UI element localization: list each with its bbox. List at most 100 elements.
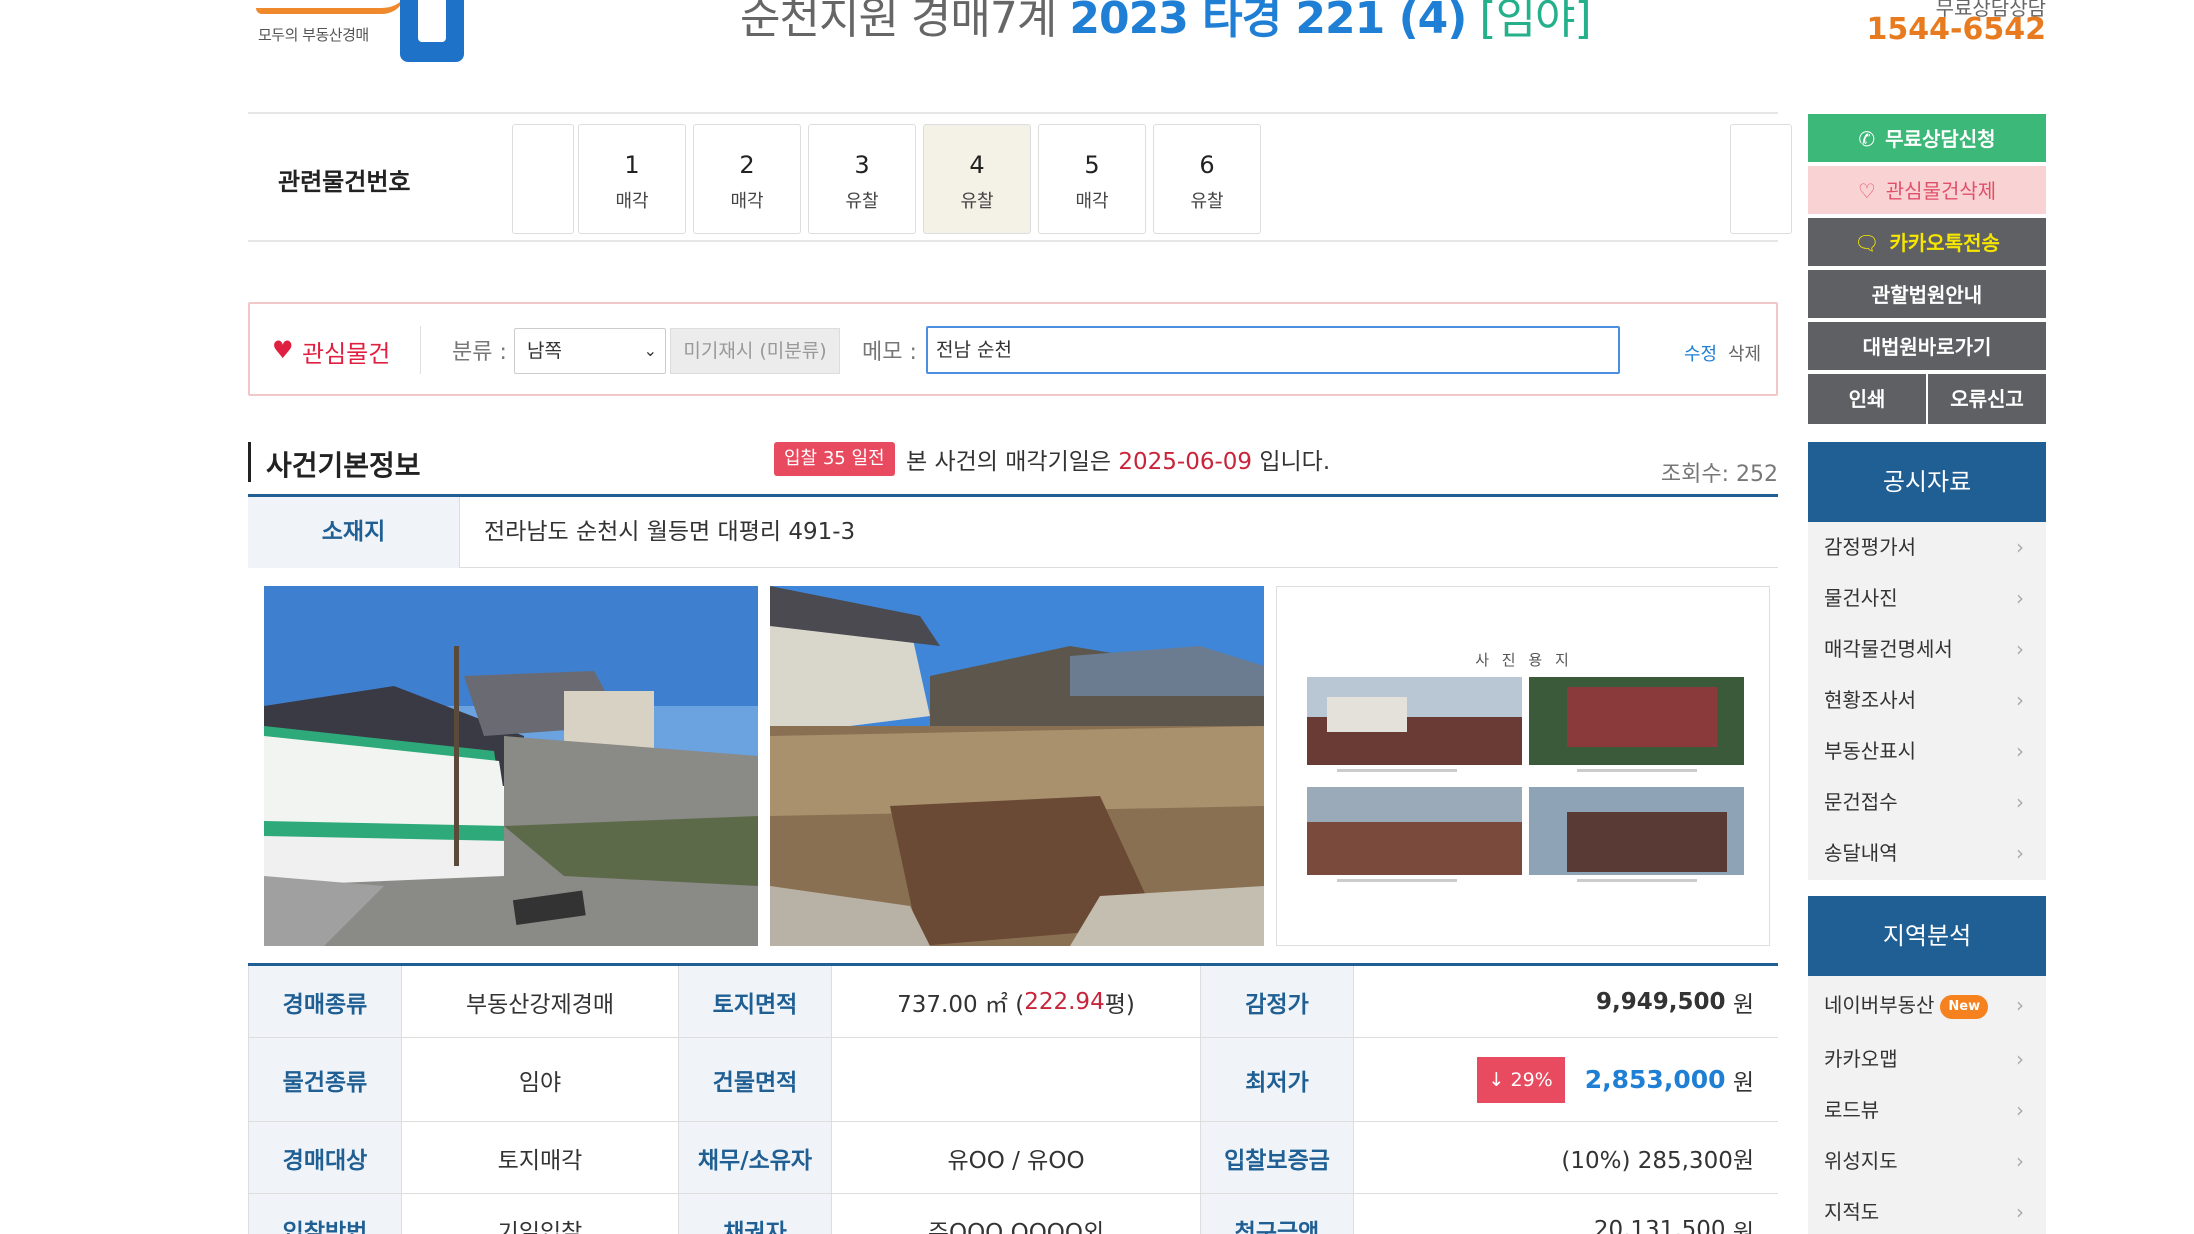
value-claim-amount: 20,131,500 원: [1354, 1194, 1778, 1234]
label-building-area: 건물면적: [678, 1038, 832, 1121]
divider: [420, 326, 421, 374]
region-label: 네이버부동산: [1824, 993, 1935, 1017]
discount-badge: ↓ 29%: [1476, 1056, 1565, 1103]
table-row: 경매대상 토지매각 채무/소유자 유OO / 유OO 입찰보증금 (10%) 2…: [248, 1122, 1778, 1194]
kakao-send-button[interactable]: 🗨 카카오톡전송: [1808, 218, 2046, 268]
doc-label: 송달내역: [1824, 841, 1898, 865]
property-photo-2[interactable]: [770, 586, 1264, 946]
address-row: 소재지 전라남도 순천시 월등면 대평리 491-3: [248, 494, 1778, 568]
currency-unit: 원: [1732, 1219, 1754, 1234]
court-guide-button[interactable]: 관할법원안내: [1808, 270, 2046, 320]
category-selected-value: 남쪽: [527, 340, 562, 362]
related-items-bar: 관련물건번호 1 매각 2 매각 3 유찰 4 유찰 5 매각 6 유찰: [248, 112, 1792, 242]
related-item-5[interactable]: 5 매각: [1038, 124, 1146, 234]
chevron-right-icon: ›: [2016, 841, 2024, 865]
free-consult-label: 무료상담신청: [1885, 127, 1996, 151]
related-item-2[interactable]: 2 매각: [693, 124, 801, 234]
item-number: 6: [1199, 151, 1215, 179]
category-select[interactable]: 남쪽 ⌄: [514, 328, 666, 374]
supreme-court-button[interactable]: 대법원바로가기: [1808, 322, 2046, 372]
region-link-roadview[interactable]: 로드뷰 ›: [1808, 1085, 2046, 1136]
print-button[interactable]: 인쇄: [1808, 374, 1926, 424]
section-title: 사건기본정보: [266, 449, 421, 482]
label-auction-target: 경매대상: [248, 1122, 402, 1193]
doc-link-property-listing[interactable]: 부동산표시 ›: [1808, 726, 2046, 777]
item-status: 유찰: [960, 191, 994, 212]
table-row: 경매종류 부동산강제경매 토지면적 737.00 ㎡ (222.94 평) 감정가…: [248, 966, 1778, 1038]
notice-suffix: 입니다.: [1259, 449, 1331, 475]
label-bid-deposit: 입찰보증금: [1200, 1122, 1354, 1193]
land-area-sqm: 737.00 ㎡ (: [897, 991, 1025, 1018]
doc-link-filings[interactable]: 문건접수 ›: [1808, 777, 2046, 828]
category-tag[interactable]: 미기재시 (미분류): [670, 328, 840, 374]
page-title: 순천지원 경매7계 2023 타경 221 (4) [임야]: [740, 0, 1592, 46]
case-number: 2023 타경 221 (4): [1069, 0, 1467, 44]
edit-memo-link[interactable]: 수정: [1684, 340, 1717, 366]
favorite-panel: ♥ 관심물건 분류 : 남쪽 ⌄ 미기재시 (미분류) 메모 : 전남 순천 수…: [248, 302, 1778, 396]
property-type: [임야]: [1479, 0, 1591, 44]
chevron-right-icon: ›: [2016, 993, 2024, 1017]
doc-link-appraisal[interactable]: 감정평가서 ›: [1808, 522, 2046, 573]
value-appraised: 9,949,500 원: [1354, 966, 1778, 1037]
table-row: 물건종류 임야 건물면적 최저가 ↓ 29% 2,853,000 원: [248, 1038, 1778, 1122]
chevron-right-icon: ›: [2016, 586, 2024, 610]
doc-label: 문건접수: [1824, 790, 1898, 814]
related-item-3[interactable]: 3 유찰: [808, 124, 916, 234]
item-status: 매각: [1075, 191, 1109, 212]
doc-label: 현황조사서: [1824, 688, 1916, 712]
chevron-right-icon: ›: [2016, 1047, 2024, 1071]
doc-link-photos[interactable]: 물건사진 ›: [1808, 573, 2046, 624]
chevron-down-icon: ⌄: [643, 341, 657, 360]
currency-unit: 원: [1732, 991, 1754, 1018]
category-label: 분류 :: [452, 340, 507, 365]
delete-memo-link[interactable]: 삭제: [1728, 340, 1761, 366]
item-number: 5: [1084, 151, 1100, 179]
related-item-4[interactable]: 4 유찰: [923, 124, 1031, 234]
logo-icon[interactable]: [400, 0, 464, 62]
region-link-naver[interactable]: 네이버부동산 New ›: [1808, 976, 2046, 1034]
currency-unit: 원: [1732, 1069, 1754, 1096]
phone-number[interactable]: 1544-6542: [1867, 12, 2046, 47]
next-button[interactable]: [1730, 124, 1792, 234]
value-minimum-price: ↓ 29% 2,853,000 원: [1354, 1038, 1778, 1121]
region-link-kakaomap[interactable]: 카카오맵 ›: [1808, 1034, 2046, 1085]
item-number: 1: [624, 151, 640, 179]
remove-favorite-button[interactable]: ♡ 관심물건삭제: [1808, 166, 2046, 216]
label-creditor: 채권자: [678, 1194, 832, 1234]
report-error-button[interactable]: 오류신고: [1928, 374, 2046, 424]
label-claim-amount: 청구금액: [1200, 1194, 1354, 1234]
property-photo-1[interactable]: [264, 586, 758, 946]
public-docs-heading: 공시자료: [1808, 442, 2046, 522]
region-link-cadastral[interactable]: 지적도 ›: [1808, 1187, 2046, 1234]
doc-link-sale-spec[interactable]: 매각물건명세서 ›: [1808, 624, 2046, 675]
favorite-label: 관심물건: [302, 340, 391, 368]
label-land-area: 토지면적: [678, 966, 832, 1037]
chevron-right-icon: ›: [2016, 790, 2024, 814]
doc-link-delivery[interactable]: 송달내역 ›: [1808, 828, 2046, 879]
kakao-send-label: 카카오톡전송: [1889, 231, 2000, 255]
value-debtor-owner: 유OO / 유OO: [947, 1147, 1085, 1174]
prev-button[interactable]: [512, 124, 574, 234]
photo-document[interactable]: 사 진 용 지: [1276, 586, 1770, 946]
region-label: 위성지도: [1824, 1149, 1898, 1173]
region-link-satellite[interactable]: 위성지도 ›: [1808, 1136, 2046, 1187]
item-status: 유찰: [1190, 191, 1224, 212]
chevron-right-icon: ›: [2016, 1098, 2024, 1122]
memo-input[interactable]: 전남 순천: [926, 326, 1620, 374]
public-docs-list: 감정평가서 › 물건사진 › 매각물건명세서 › 현황조사서 › 부동산표시 › 문건접수…: [1808, 522, 2046, 880]
doc-link-survey[interactable]: 현황조사서 ›: [1808, 675, 2046, 726]
section-marker: [248, 442, 251, 482]
related-item-6[interactable]: 6 유찰: [1153, 124, 1261, 234]
region-label: 카카오맵: [1824, 1047, 1898, 1071]
sale-date-notice: 본 사건의 매각기일은 2025-06-09 입니다.: [906, 442, 1330, 476]
region-analysis-list: 네이버부동산 New › 카카오맵 › 로드뷰 › 위성지도 › 지적도 ›: [1808, 976, 2046, 1234]
value-auction-type: 부동산강제경매: [465, 991, 615, 1018]
related-item-1[interactable]: 1 매각: [578, 124, 686, 234]
memo-label: 메모 :: [862, 340, 917, 365]
photo-gallery: 사 진 용 지: [248, 568, 1778, 966]
free-consult-button[interactable]: ✆ 무료상담신청: [1808, 114, 2046, 164]
table-row: 입찰방법 기일입찰 채권자 주OOO OOOO외 청구금액 20,131,500…: [248, 1194, 1778, 1234]
land-area-pyeong: 222.94: [1024, 988, 1105, 1015]
region-analysis-heading: 지역분석: [1808, 896, 2046, 976]
label-auction-type: 경매종류: [248, 966, 402, 1037]
